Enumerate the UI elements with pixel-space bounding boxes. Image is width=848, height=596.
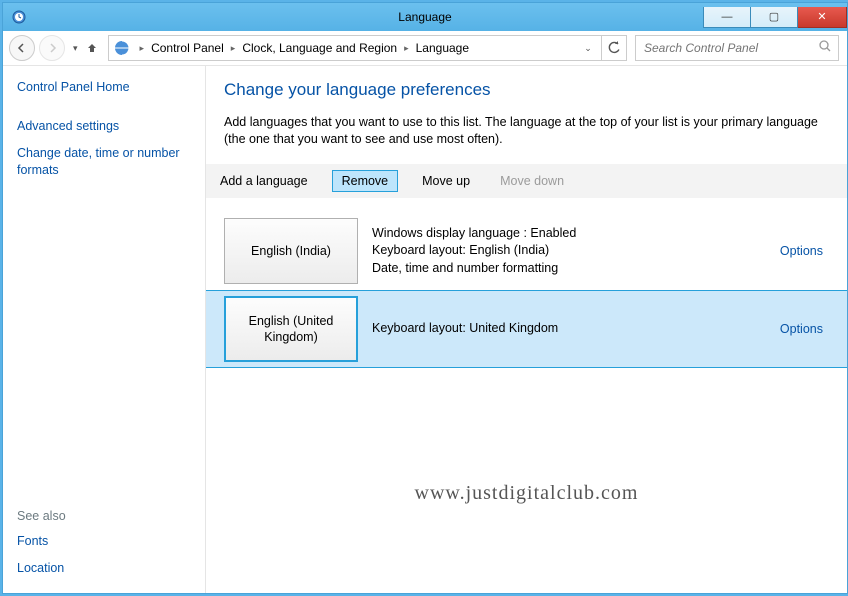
search-input[interactable] xyxy=(642,40,819,56)
detail-line: Windows display language : Enabled xyxy=(372,225,766,243)
toolbar-add-language[interactable]: Add a language xyxy=(214,170,314,192)
window-controls: — ▢ ✕ xyxy=(703,7,847,28)
detail-line: Keyboard layout: English (India) xyxy=(372,242,766,260)
forward-button xyxy=(39,35,65,61)
language-options-link[interactable]: Options xyxy=(780,218,829,284)
language-name-box: English (United Kingdom) xyxy=(224,296,358,362)
sidebar-link-location[interactable]: Location xyxy=(17,560,205,577)
language-row-english-india[interactable]: English (India) Windows display language… xyxy=(206,212,847,290)
language-details: Windows display language : Enabled Keybo… xyxy=(372,218,766,284)
back-button[interactable] xyxy=(9,35,35,61)
main-panel: Change your language preferences Add lan… xyxy=(205,66,847,593)
control-panel-home-link[interactable]: Control Panel Home xyxy=(17,80,205,94)
toolbar-move-up[interactable]: Move up xyxy=(416,170,476,192)
sidebar-link-advanced-settings[interactable]: Advanced settings xyxy=(17,118,205,135)
window-title: Language xyxy=(398,10,451,24)
chevron-separator: ▸ xyxy=(137,43,148,54)
refresh-button[interactable] xyxy=(602,35,627,61)
language-details: Keyboard layout: United Kingdom xyxy=(372,296,766,362)
crumb-clock-language-region[interactable]: Clock, Language and Region xyxy=(238,41,401,55)
detail-line: Keyboard layout: United Kingdom xyxy=(372,320,766,338)
see-also-header: See also xyxy=(17,509,205,523)
toolbar: Add a language Remove Move up Move down xyxy=(206,164,847,198)
sidebar-link-fonts[interactable]: Fonts xyxy=(17,533,205,550)
chevron-separator: ▸ xyxy=(228,43,239,54)
search-box[interactable] xyxy=(635,35,839,61)
language-name-box: English (India) xyxy=(224,218,358,284)
toolbar-move-down: Move down xyxy=(494,170,570,192)
watermark-text: www.justdigitalclub.com xyxy=(415,482,639,505)
crumb-language: Language xyxy=(412,41,473,55)
breadcrumb[interactable]: ▸ Control Panel ▸ Clock, Language and Re… xyxy=(108,35,602,61)
navbar: ▾ ▸ Control Panel ▸ Clock, Language and … xyxy=(3,31,847,66)
detail-line: Date, time and number formatting xyxy=(372,260,766,278)
history-dropdown[interactable]: ▾ xyxy=(73,43,78,54)
body: Control Panel Home Advanced settings Cha… xyxy=(3,66,847,593)
close-button[interactable]: ✕ xyxy=(798,7,847,28)
minimize-button[interactable]: — xyxy=(703,7,751,28)
sidebar-link-change-date-formats[interactable]: Change date, time or number formats xyxy=(17,145,205,179)
crumb-control-panel[interactable]: Control Panel xyxy=(147,41,228,55)
address-dropdown[interactable]: ⌄ xyxy=(579,43,597,54)
up-button[interactable] xyxy=(82,38,102,58)
search-icon xyxy=(819,40,832,56)
language-list: English (India) Windows display language… xyxy=(206,212,847,368)
chevron-separator: ▸ xyxy=(401,43,412,54)
clock-icon xyxy=(11,9,27,25)
region-icon xyxy=(113,39,131,57)
maximize-button[interactable]: ▢ xyxy=(751,7,798,28)
language-options-link[interactable]: Options xyxy=(780,296,829,362)
titlebar: Language — ▢ ✕ xyxy=(3,3,847,31)
page-description: Add languages that you want to use to th… xyxy=(224,114,829,148)
sidebar: Control Panel Home Advanced settings Cha… xyxy=(3,66,205,593)
page-heading: Change your language preferences xyxy=(224,80,829,100)
language-row-english-uk[interactable]: English (United Kingdom) Keyboard layout… xyxy=(206,290,847,368)
window: Language — ▢ ✕ ▾ ▸ Control Panel ▸ Clock… xyxy=(2,2,848,594)
toolbar-remove[interactable]: Remove xyxy=(332,170,399,192)
